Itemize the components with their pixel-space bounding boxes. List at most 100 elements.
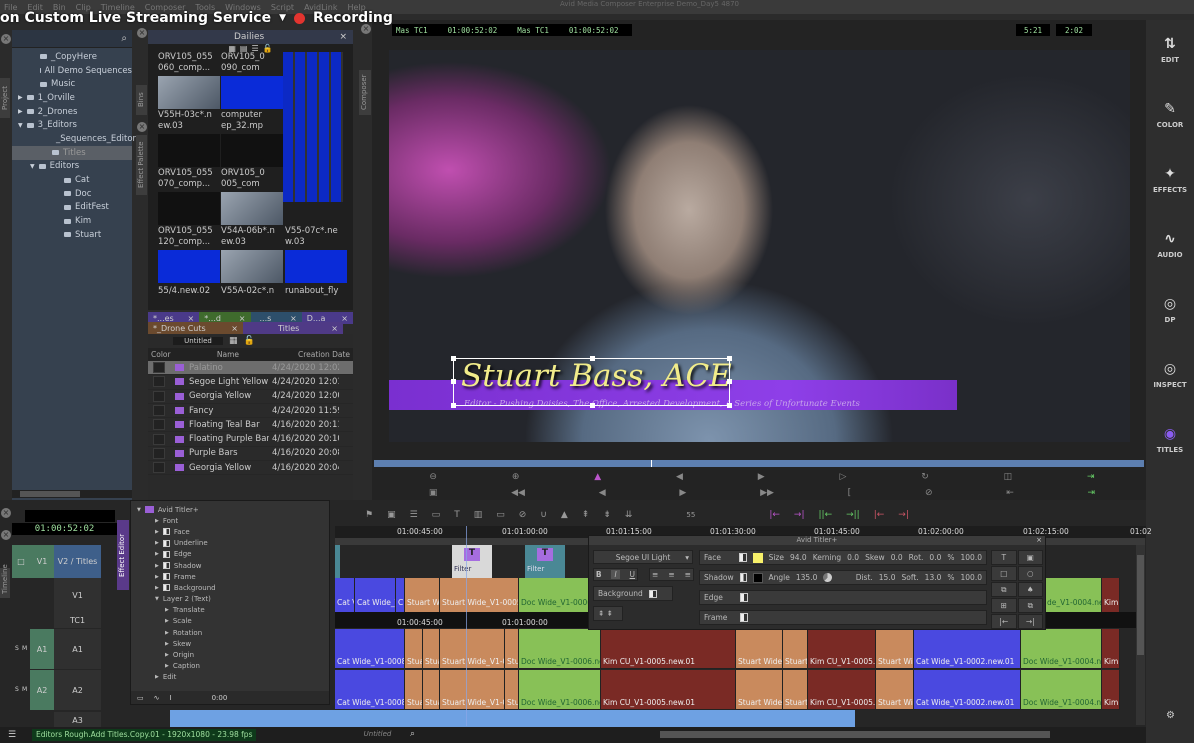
a2-clip[interactable]: Stuart Wid [876,670,914,710]
expand-arrow-icon[interactable]: ▶ [155,529,159,535]
effect-parameter[interactable]: ▶ Edit [137,672,329,683]
trim-both-right-icon[interactable]: →|| [846,510,860,520]
lock-icon[interactable]: 🔓 [244,336,255,346]
search-icon[interactable]: ⌕ [121,33,127,44]
zoom-in-icon[interactable]: ⊕ [512,472,520,482]
timeline-view-select[interactable]: Untitled [350,730,405,738]
expand-arrow-icon[interactable]: ▶ [155,585,159,591]
expand-arrow-icon[interactable]: ▶ [165,630,169,636]
search-icon[interactable]: ⌕ [410,729,415,739]
clip-thumbnail[interactable]: ORV105_055 070_comp... [158,168,220,225]
effect-parameter[interactable]: ▶ Caption [137,661,329,672]
a2-clip[interactable]: Stuart Wide_\ [736,670,783,710]
track-v1[interactable]: V1 [54,578,101,612]
expand-arrow-icon[interactable]: ▼ [155,596,159,602]
shadow-opacity-field[interactable]: 100.0 [961,573,982,582]
track-v2-titles[interactable]: V2 / Titles [54,545,101,578]
position-bar[interactable] [374,460,1144,467]
trim-both-icon[interactable]: ||← [819,510,833,520]
color-swatch[interactable] [153,462,165,474]
expand-arrow-icon[interactable]: ▼ [30,163,35,170]
mute-a1[interactable]: M [22,645,27,652]
effect-parameter[interactable]: ▶ Face [137,526,329,537]
shadow-color-swatch[interactable] [753,572,763,583]
size-field[interactable]: 94.0 [790,553,807,562]
workspace-inspect[interactable]: ◎ INSPECT [1146,361,1194,389]
a1-clip[interactable]: Stuart Wid [876,629,914,669]
bin-row[interactable]: Georgia Yellow 4/16/2020 20:04: [148,461,353,476]
close-icon[interactable]: × [339,32,347,42]
arrange-icon[interactable]: ⧉ [1017,598,1043,613]
expand-arrow-icon[interactable]: ▶ [155,563,159,569]
hamburger-icon[interactable]: ☰ [8,730,16,740]
tab-project[interactable]: Project [0,78,10,118]
effect-parameter[interactable]: ▶ Shadow [137,560,329,571]
skew-field[interactable]: 0.0 [891,553,903,562]
effect-parameter[interactable]: ▶ Frame [137,571,329,582]
a1-clip[interactable]: Doc Wide_V1-0006.new.0 [519,629,601,669]
shadow-toggle[interactable] [739,573,748,582]
column-name[interactable]: Name [178,350,278,359]
toggle-icon[interactable] [162,573,170,581]
mute-a2[interactable]: M [22,686,27,693]
a1-clip[interactable]: Cat Wide_V1-0008 [335,629,405,669]
a2-clip[interactable]: Stua [423,670,440,710]
effect-parameter[interactable]: ▶ Translate [137,605,329,616]
bin-row[interactable]: Palatino 4/24/2020 12:02: [148,361,353,376]
title-filter-clip[interactable]: T Filter [452,545,492,578]
project-item[interactable]: EditFest [12,201,132,215]
v1-clip[interactable]: Kim [1102,578,1120,612]
a1-clip[interactable]: Stua [405,629,423,669]
clear-icon[interactable]: ⊘ [925,488,933,498]
effect-parameter[interactable]: ▶ Origin [137,649,329,660]
expand-arrow-icon[interactable]: ▼ [137,507,141,513]
expand-arrow-icon[interactable]: ▶ [165,652,169,658]
a1-clip[interactable]: Kim CU_V1-0005.new [808,629,876,669]
rewind-icon[interactable]: ◀◀ [511,488,525,498]
lift-icon[interactable]: ⇤ [1006,488,1014,498]
a2-clip[interactable]: Doc Wide_V1-0004.nev [1021,670,1102,710]
smooth-icon[interactable]: ∪ [540,510,547,520]
close-icon[interactable]: × [137,28,147,38]
zoom-out-icon[interactable]: ⊖ [429,472,437,482]
track-a1[interactable]: A1 [54,629,101,669]
bold-button[interactable]: B [596,570,602,579]
track-a3[interactable]: A3 [54,712,101,728]
mark-in-icon[interactable]: ◀ [599,488,606,498]
underline-button[interactable]: U [630,570,636,579]
dropdown-arrow-icon[interactable]: ▼ [279,13,286,23]
expand-arrow-icon[interactable]: ▶ [165,663,169,669]
expand-arrow-icon[interactable]: ▶ [155,574,159,580]
a2-clip[interactable]: Kim [1102,670,1120,710]
ff-icon[interactable]: ▶▶ [760,488,774,498]
track-monitor[interactable]: □ [12,545,30,578]
horizontal-scrollbar[interactable] [660,731,1050,738]
mark-out-icon[interactable]: ▶ [679,488,686,498]
workspace-color[interactable]: ✎ COLOR [1146,101,1194,129]
safe-icon[interactable]: ▣ [429,488,438,498]
expand-arrow-icon[interactable]: ▶ [155,551,159,557]
extract-icon[interactable]: ⇊ [625,510,633,520]
workspace-effects[interactable]: ✦ EFFECTS [1146,166,1194,194]
title-filter-clip[interactable]: T Filter [525,545,565,578]
a1-clip[interactable]: Stuart Wide_\ [736,629,783,669]
tab-effect-editor[interactable]: Effect Editor [117,520,129,590]
softness-field[interactable]: 13.0 [925,573,942,582]
overwrite-icon[interactable]: ⇟ [603,510,611,520]
edge-toggle[interactable] [740,593,748,602]
a1-clip[interactable]: Stuart [783,629,808,669]
font-select[interactable]: Segoe UI Light ▾ [593,550,693,564]
go-out-icon[interactable]: →| [1017,614,1043,629]
project-item[interactable]: All Demo Sequences [12,64,132,78]
project-item[interactable]: Cat [12,173,132,187]
expand-arrow-icon[interactable]: ▶ [155,540,159,546]
effect-root[interactable]: ▼ Avid Titler+ [137,504,329,515]
effect-parameter[interactable]: ▶ Edge [137,549,329,560]
timecode-display[interactable]: Mas TC1 01:00:52:02 Mas TC1 01:00:52:02 [392,24,632,36]
trim-left-icon[interactable]: |← [769,510,780,520]
solo-a2[interactable]: S [15,686,19,693]
ripple-right-icon[interactable]: →| [898,510,909,520]
scrollbar[interactable] [20,491,80,497]
project-item[interactable]: _Sequences_Editors [12,132,140,146]
angle-dial[interactable] [823,573,832,582]
